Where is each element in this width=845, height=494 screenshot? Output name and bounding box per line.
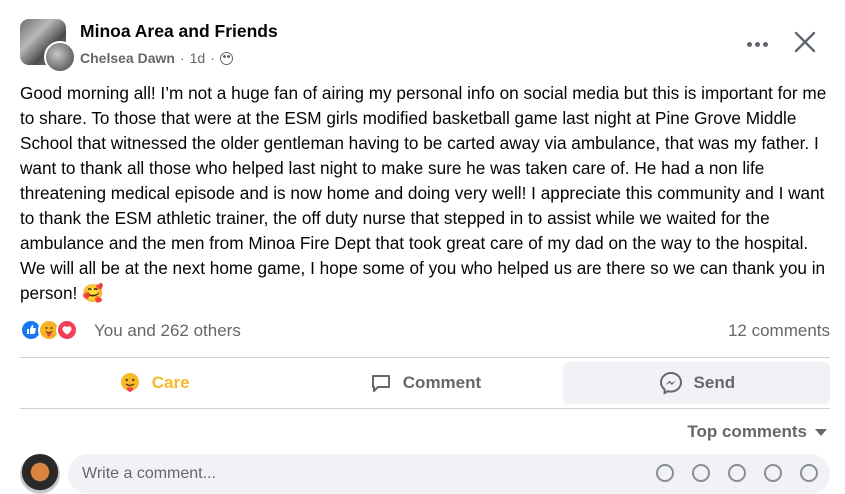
comment-button-label: Comment <box>402 373 482 392</box>
gif-icon[interactable] <box>764 464 782 482</box>
more-dot-icon <box>754 41 760 47</box>
care-reaction-button[interactable]: Care <box>20 362 287 404</box>
reactions-summary-row: You and 262 others 12 comments <box>20 317 830 345</box>
meta-separator-2: · <box>210 50 215 66</box>
post-timestamp[interactable]: 1d <box>190 50 206 66</box>
divider <box>20 357 830 358</box>
caret-down-icon <box>815 428 827 436</box>
comment-icon <box>371 375 390 392</box>
sticker-icon[interactable] <box>800 464 818 482</box>
current-user-avatar <box>20 454 60 494</box>
comment-sort-dropdown[interactable]: Top comments <box>687 422 827 442</box>
more-dot-icon <box>746 41 752 47</box>
care-button-label: Care <box>151 373 190 392</box>
comment-button[interactable]: Comment <box>291 362 558 404</box>
camera-icon[interactable] <box>728 464 746 482</box>
reaction-count-link[interactable]: You and 262 others <box>94 321 241 341</box>
avatar-sticker-icon[interactable] <box>656 464 674 482</box>
divider <box>20 408 830 409</box>
close-button[interactable] <box>790 27 820 57</box>
send-button[interactable]: Send <box>562 362 830 404</box>
post-actions-bar: Care Comment Send <box>20 362 830 404</box>
emoji-icon[interactable] <box>692 464 710 482</box>
composer-tools <box>656 464 818 482</box>
author-avatar[interactable] <box>44 41 76 73</box>
meta-separator: · <box>179 50 185 66</box>
messenger-icon <box>659 371 682 395</box>
post-header: Minoa Area and Friends Chelsea Dawn · 1d… <box>20 17 830 73</box>
more-options-button[interactable] <box>744 31 770 57</box>
more-dot-icon <box>762 41 768 47</box>
send-button-label: Send <box>693 373 736 392</box>
care-emoji-icon <box>120 373 139 393</box>
author-name-link[interactable]: Chelsea Dawn <box>80 50 175 66</box>
close-icon <box>794 31 816 53</box>
post-meta: Chelsea Dawn · 1d · <box>80 50 233 66</box>
post-body-text: Good morning all! I’m not a huge fan of … <box>20 83 827 303</box>
comments-count-link[interactable]: 12 comments <box>728 321 830 341</box>
comment-sort-label: Top comments <box>687 422 807 441</box>
audience-icon <box>219 51 233 65</box>
group-name-link[interactable]: Minoa Area and Friends <box>80 21 278 42</box>
comment-composer: Write a comment... <box>20 452 830 494</box>
love-icon <box>56 319 78 341</box>
